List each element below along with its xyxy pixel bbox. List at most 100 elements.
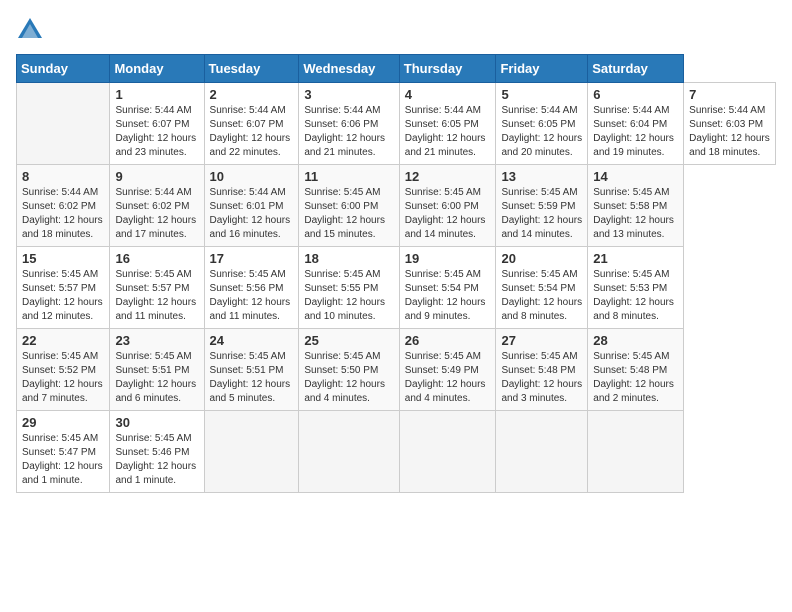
day-info: Sunrise: 5:45 AMSunset: 5:48 PMDaylight:… [593,351,674,404]
day-info: Sunrise: 5:45 AMSunset: 5:55 PMDaylight:… [304,269,385,322]
day-info: Sunrise: 5:45 AMSunset: 5:57 PMDaylight:… [22,269,103,322]
calendar-day-1: 1 Sunrise: 5:44 AMSunset: 6:07 PMDayligh… [110,83,204,165]
day-number: 8 [22,169,104,184]
day-number: 26 [405,333,491,348]
calendar-day-11: 11 Sunrise: 5:45 AMSunset: 6:00 PMDaylig… [299,165,399,247]
day-number: 22 [22,333,104,348]
day-number: 1 [115,87,198,102]
day-info: Sunrise: 5:45 AMSunset: 5:52 PMDaylight:… [22,351,103,404]
calendar-day-13: 13 Sunrise: 5:45 AMSunset: 5:59 PMDaylig… [496,165,588,247]
day-info: Sunrise: 5:44 AMSunset: 6:03 PMDaylight:… [689,105,770,158]
calendar-week-1: 1 Sunrise: 5:44 AMSunset: 6:07 PMDayligh… [17,83,776,165]
day-number: 29 [22,415,104,430]
calendar-day-22: 22 Sunrise: 5:45 AMSunset: 5:52 PMDaylig… [17,329,110,411]
day-number: 15 [22,251,104,266]
weekday-header-monday: Monday [110,55,204,83]
day-info: Sunrise: 5:44 AMSunset: 6:05 PMDaylight:… [501,105,582,158]
day-number: 12 [405,169,491,184]
day-number: 9 [115,169,198,184]
calendar-day-26: 26 Sunrise: 5:45 AMSunset: 5:49 PMDaylig… [399,329,496,411]
day-info: Sunrise: 5:45 AMSunset: 5:49 PMDaylight:… [405,351,486,404]
day-number: 6 [593,87,678,102]
day-number: 4 [405,87,491,102]
empty-cell [17,83,110,165]
weekday-header-sunday: Sunday [17,55,110,83]
day-info: Sunrise: 5:44 AMSunset: 6:05 PMDaylight:… [405,105,486,158]
calendar-day-8: 8 Sunrise: 5:44 AMSunset: 6:02 PMDayligh… [17,165,110,247]
calendar-day-29: 29 Sunrise: 5:45 AMSunset: 5:47 PMDaylig… [17,411,110,493]
day-info: Sunrise: 5:45 AMSunset: 5:51 PMDaylight:… [115,351,196,404]
day-info: Sunrise: 5:45 AMSunset: 6:00 PMDaylight:… [405,187,486,240]
calendar-day-16: 16 Sunrise: 5:45 AMSunset: 5:57 PMDaylig… [110,247,204,329]
day-info: Sunrise: 5:45 AMSunset: 6:00 PMDaylight:… [304,187,385,240]
day-number: 28 [593,333,678,348]
day-number: 24 [210,333,294,348]
day-number: 2 [210,87,294,102]
day-number: 21 [593,251,678,266]
day-info: Sunrise: 5:45 AMSunset: 5:54 PMDaylight:… [405,269,486,322]
day-info: Sunrise: 5:45 AMSunset: 5:47 PMDaylight:… [22,433,103,486]
day-number: 30 [115,415,198,430]
logo-icon [16,16,44,44]
calendar-day-19: 19 Sunrise: 5:45 AMSunset: 5:54 PMDaylig… [399,247,496,329]
calendar-day-25: 25 Sunrise: 5:45 AMSunset: 5:50 PMDaylig… [299,329,399,411]
day-number: 11 [304,169,393,184]
empty-cell [588,411,684,493]
calendar-week-3: 15 Sunrise: 5:45 AMSunset: 5:57 PMDaylig… [17,247,776,329]
day-info: Sunrise: 5:45 AMSunset: 5:51 PMDaylight:… [210,351,291,404]
calendar-day-20: 20 Sunrise: 5:45 AMSunset: 5:54 PMDaylig… [496,247,588,329]
day-number: 3 [304,87,393,102]
calendar-week-5: 29 Sunrise: 5:45 AMSunset: 5:47 PMDaylig… [17,411,776,493]
day-number: 19 [405,251,491,266]
page-header [16,16,776,44]
calendar-week-2: 8 Sunrise: 5:44 AMSunset: 6:02 PMDayligh… [17,165,776,247]
day-number: 5 [501,87,582,102]
calendar-week-4: 22 Sunrise: 5:45 AMSunset: 5:52 PMDaylig… [17,329,776,411]
empty-cell [399,411,496,493]
logo [16,16,44,44]
day-info: Sunrise: 5:45 AMSunset: 5:56 PMDaylight:… [210,269,291,322]
day-number: 14 [593,169,678,184]
day-info: Sunrise: 5:44 AMSunset: 6:07 PMDaylight:… [210,105,291,158]
calendar-day-23: 23 Sunrise: 5:45 AMSunset: 5:51 PMDaylig… [110,329,204,411]
calendar-day-10: 10 Sunrise: 5:44 AMSunset: 6:01 PMDaylig… [204,165,299,247]
weekday-header-row: SundayMondayTuesdayWednesdayThursdayFrid… [17,55,776,83]
calendar-day-21: 21 Sunrise: 5:45 AMSunset: 5:53 PMDaylig… [588,247,684,329]
calendar-day-14: 14 Sunrise: 5:45 AMSunset: 5:58 PMDaylig… [588,165,684,247]
calendar-table: SundayMondayTuesdayWednesdayThursdayFrid… [16,54,776,493]
day-info: Sunrise: 5:45 AMSunset: 5:48 PMDaylight:… [501,351,582,404]
day-info: Sunrise: 5:45 AMSunset: 5:50 PMDaylight:… [304,351,385,404]
empty-cell [299,411,399,493]
day-info: Sunrise: 5:44 AMSunset: 6:02 PMDaylight:… [22,187,103,240]
day-number: 27 [501,333,582,348]
empty-cell [496,411,588,493]
day-info: Sunrise: 5:45 AMSunset: 5:59 PMDaylight:… [501,187,582,240]
day-number: 20 [501,251,582,266]
weekday-header-thursday: Thursday [399,55,496,83]
calendar-day-27: 27 Sunrise: 5:45 AMSunset: 5:48 PMDaylig… [496,329,588,411]
day-info: Sunrise: 5:45 AMSunset: 5:53 PMDaylight:… [593,269,674,322]
day-info: Sunrise: 5:44 AMSunset: 6:01 PMDaylight:… [210,187,291,240]
weekday-header-wednesday: Wednesday [299,55,399,83]
day-info: Sunrise: 5:45 AMSunset: 5:54 PMDaylight:… [501,269,582,322]
calendar-day-30: 30 Sunrise: 5:45 AMSunset: 5:46 PMDaylig… [110,411,204,493]
calendar-day-3: 3 Sunrise: 5:44 AMSunset: 6:06 PMDayligh… [299,83,399,165]
day-number: 25 [304,333,393,348]
calendar-day-18: 18 Sunrise: 5:45 AMSunset: 5:55 PMDaylig… [299,247,399,329]
day-number: 16 [115,251,198,266]
weekday-header-tuesday: Tuesday [204,55,299,83]
day-info: Sunrise: 5:44 AMSunset: 6:07 PMDaylight:… [115,105,196,158]
calendar-day-12: 12 Sunrise: 5:45 AMSunset: 6:00 PMDaylig… [399,165,496,247]
day-number: 7 [689,87,770,102]
day-info: Sunrise: 5:45 AMSunset: 5:58 PMDaylight:… [593,187,674,240]
calendar-day-9: 9 Sunrise: 5:44 AMSunset: 6:02 PMDayligh… [110,165,204,247]
calendar-day-2: 2 Sunrise: 5:44 AMSunset: 6:07 PMDayligh… [204,83,299,165]
empty-cell [204,411,299,493]
calendar-day-5: 5 Sunrise: 5:44 AMSunset: 6:05 PMDayligh… [496,83,588,165]
day-info: Sunrise: 5:45 AMSunset: 5:57 PMDaylight:… [115,269,196,322]
calendar-day-24: 24 Sunrise: 5:45 AMSunset: 5:51 PMDaylig… [204,329,299,411]
calendar-day-28: 28 Sunrise: 5:45 AMSunset: 5:48 PMDaylig… [588,329,684,411]
day-number: 10 [210,169,294,184]
day-info: Sunrise: 5:44 AMSunset: 6:02 PMDaylight:… [115,187,196,240]
day-info: Sunrise: 5:44 AMSunset: 6:06 PMDaylight:… [304,105,385,158]
